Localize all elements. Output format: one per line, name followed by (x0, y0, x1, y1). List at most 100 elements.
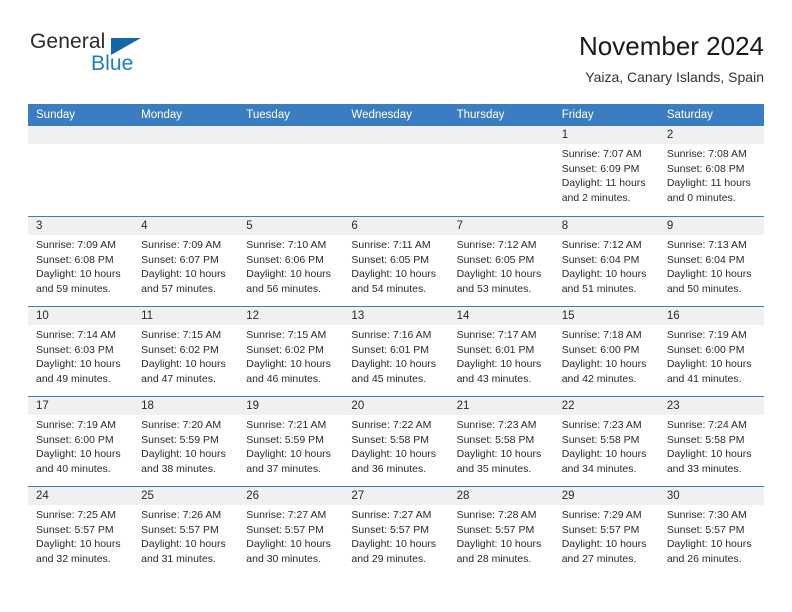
sunrise-text: Sunrise: 7:18 AM (561, 329, 642, 341)
sunset-text: Sunset: 6:05 PM (456, 253, 535, 266)
day-number-empty (238, 126, 343, 144)
sunset-text: Sunset: 5:57 PM (246, 523, 324, 536)
daylight-text: Daylight: 10 hours and 38 minutes. (141, 448, 226, 475)
day-cell[interactable]: Sunrise: 7:16 AM Sunset: 6:01 PM Daylight:… (343, 325, 448, 395)
day-number[interactable]: 29 (554, 487, 659, 505)
day-number[interactable]: 11 (133, 307, 238, 325)
day-cell[interactable]: Sunrise: 7:11 AM Sunset: 6:05 PM Daylight:… (343, 235, 448, 305)
sunrise-text: Sunrise: 7:28 AM (456, 509, 537, 521)
day-cell[interactable]: Sunrise: 7:23 AM Sunset: 5:58 PM Daylight:… (449, 415, 554, 485)
day-body-row: Sunrise: 7:07 AM Sunset: 6:09 PM Daylight:… (28, 144, 764, 214)
day-cell[interactable]: Sunrise: 7:15 AM Sunset: 6:02 PM Daylight:… (238, 325, 343, 395)
day-number[interactable]: 6 (343, 217, 448, 235)
day-cell-empty (133, 144, 238, 214)
day-cell[interactable]: Sunrise: 7:09 AM Sunset: 6:07 PM Daylight:… (133, 235, 238, 305)
day-cell[interactable]: Sunrise: 7:28 AM Sunset: 5:57 PM Daylight:… (449, 505, 554, 575)
daylight-text: Daylight: 10 hours and 45 minutes. (351, 358, 437, 385)
day-number-strip: 3456789 (28, 217, 764, 235)
day-number[interactable]: 7 (449, 217, 554, 235)
sunrise-text: Sunrise: 7:26 AM (141, 509, 222, 521)
daylight-text: Daylight: 10 hours and 40 minutes. (36, 448, 121, 475)
day-number[interactable]: 20 (343, 397, 448, 415)
sunrise-text: Sunrise: 7:09 AM (141, 239, 222, 251)
day-cell[interactable]: Sunrise: 7:12 AM Sunset: 6:05 PM Daylight:… (449, 235, 554, 305)
daylight-text: Daylight: 10 hours and 54 minutes. (351, 268, 437, 295)
day-cell[interactable]: Sunrise: 7:14 AM Sunset: 6:03 PM Daylight:… (28, 325, 133, 395)
daylight-text: Daylight: 10 hours and 47 minutes. (141, 358, 226, 385)
weekday-sunday: Sunday (36, 109, 76, 121)
day-cell[interactable]: Sunrise: 7:21 AM Sunset: 5:59 PM Daylight:… (238, 415, 343, 485)
day-cell[interactable]: Sunrise: 7:07 AM Sunset: 6:09 PM Daylight:… (554, 144, 659, 214)
sunset-text: Sunset: 5:58 PM (351, 433, 430, 446)
day-number-empty (343, 126, 448, 144)
day-number[interactable]: 25 (133, 487, 238, 505)
day-number[interactable]: 24 (28, 487, 133, 505)
day-cell[interactable]: Sunrise: 7:22 AM Sunset: 5:58 PM Daylight:… (343, 415, 448, 485)
day-cell[interactable]: Sunrise: 7:30 AM Sunset: 5:57 PM Daylight:… (659, 505, 764, 575)
page-title: November 2024 (579, 31, 764, 61)
sunset-text: Sunset: 6:08 PM (666, 162, 745, 175)
day-number[interactable]: 27 (343, 487, 448, 505)
sunset-text: Sunset: 5:58 PM (456, 433, 535, 446)
day-cell[interactable]: Sunrise: 7:19 AM Sunset: 6:00 PM Daylight:… (659, 325, 764, 395)
sunset-text: Sunset: 6:08 PM (36, 253, 114, 266)
day-number[interactable]: 17 (28, 397, 133, 415)
day-number[interactable]: 10 (28, 307, 133, 325)
day-cell[interactable]: Sunrise: 7:26 AM Sunset: 5:57 PM Daylight:… (133, 505, 238, 575)
day-number[interactable]: 21 (449, 397, 554, 415)
day-number[interactable]: 18 (133, 397, 238, 415)
day-number[interactable]: 30 (659, 487, 764, 505)
day-cell[interactable]: Sunrise: 7:15 AM Sunset: 6:02 PM Daylight:… (133, 325, 238, 395)
day-number[interactable]: 26 (238, 487, 343, 505)
daylight-text: Daylight: 10 hours and 57 minutes. (141, 268, 226, 295)
week-row: 10 11 12 13 14 15 16 Sunrise: 7:14 AM Sunset: 6:… (28, 306, 764, 396)
day-cell[interactable]: Sunrise: 7:24 AM Sunset: 5:58 PM Daylight:… (659, 415, 764, 485)
day-cell[interactable]: Sunrise: 7:20 AM Sunset: 5:59 PM Daylight:… (133, 415, 238, 485)
sunrise-text: Sunrise: 7:12 AM (456, 239, 537, 251)
day-number[interactable]: 8 (554, 217, 659, 235)
day-number[interactable]: 23 (659, 397, 764, 415)
day-number[interactable]: 2 (659, 126, 764, 144)
daylight-text: Daylight: 11 hours and 0 minutes. (666, 177, 751, 204)
weekday-thursday: Thursday (456, 109, 505, 121)
day-number[interactable]: 4 (133, 217, 238, 235)
day-number-strip: 24 25 26 27 28 29 30 (28, 487, 764, 505)
day-number[interactable]: 22 (554, 397, 659, 415)
day-number[interactable]: 3 (28, 217, 133, 235)
sunrise-text: Sunrise: 7:08 AM (666, 148, 747, 160)
day-number[interactable]: 19 (238, 397, 343, 415)
logo[interactable]: General Blue (28, 30, 168, 86)
sunrise-text: Sunrise: 7:19 AM (36, 419, 116, 431)
day-cell[interactable]: Sunrise: 7:25 AM Sunset: 5:57 PM Daylight:… (28, 505, 133, 575)
sunset-text: Sunset: 5:57 PM (456, 523, 535, 536)
day-cell[interactable]: Sunrise: 7:12 AM Sunset: 6:04 PM Daylight:… (554, 235, 659, 305)
day-cell[interactable]: Sunrise: 7:10 AM Sunset: 6:06 PM Daylight:… (238, 235, 343, 305)
day-number[interactable]: 15 (554, 307, 659, 325)
day-number[interactable]: 13 (343, 307, 448, 325)
sunset-text: Sunset: 5:57 PM (141, 523, 219, 536)
day-cell[interactable]: Sunrise: 7:08 AM Sunset: 6:08 PM Daylight:… (659, 144, 764, 214)
sunrise-text: Sunrise: 7:10 AM (246, 239, 327, 251)
day-number[interactable]: 16 (659, 307, 764, 325)
day-number[interactable]: 1 (554, 126, 659, 144)
day-cell[interactable]: Sunrise: 7:27 AM Sunset: 5:57 PM Daylight:… (343, 505, 448, 575)
day-cell[interactable]: Sunrise: 7:19 AM Sunset: 6:00 PM Daylight:… (28, 415, 133, 485)
day-number[interactable]: 14 (449, 307, 554, 325)
day-cell[interactable]: Sunrise: 7:29 AM Sunset: 5:57 PM Daylight:… (554, 505, 659, 575)
daylight-text: Daylight: 10 hours and 56 minutes. (246, 268, 331, 295)
day-cell[interactable]: Sunrise: 7:18 AM Sunset: 6:00 PM Daylight:… (554, 325, 659, 395)
day-number[interactable]: 28 (449, 487, 554, 505)
day-cell[interactable]: Sunrise: 7:13 AM Sunset: 6:04 PM Daylight:… (659, 235, 764, 305)
day-cell[interactable]: Sunrise: 7:17 AM Sunset: 6:01 PM Daylight:… (449, 325, 554, 395)
sunrise-text: Sunrise: 7:25 AM (36, 509, 116, 521)
day-number[interactable]: 12 (238, 307, 343, 325)
day-number[interactable]: 5 (238, 217, 343, 235)
day-number[interactable]: 9 (659, 217, 764, 235)
week-row: 1 2 Sunrise: 7:07 AM Sunset: 6:09 PM Dayligh… (28, 126, 764, 216)
sunrise-text: Sunrise: 7:19 AM (666, 329, 747, 341)
day-cell[interactable]: Sunrise: 7:23 AM Sunset: 5:58 PM Daylight:… (554, 415, 659, 485)
daylight-text: Daylight: 10 hours and 49 minutes. (36, 358, 121, 385)
day-cell[interactable]: Sunrise: 7:27 AM Sunset: 5:57 PM Daylight:… (238, 505, 343, 575)
day-cell[interactable]: Sunrise: 7:09 AM Sunset: 6:08 PM Daylight:… (28, 235, 133, 305)
weekday-header-row: Sunday Monday Tuesday Wednesday Thursday… (28, 104, 764, 126)
